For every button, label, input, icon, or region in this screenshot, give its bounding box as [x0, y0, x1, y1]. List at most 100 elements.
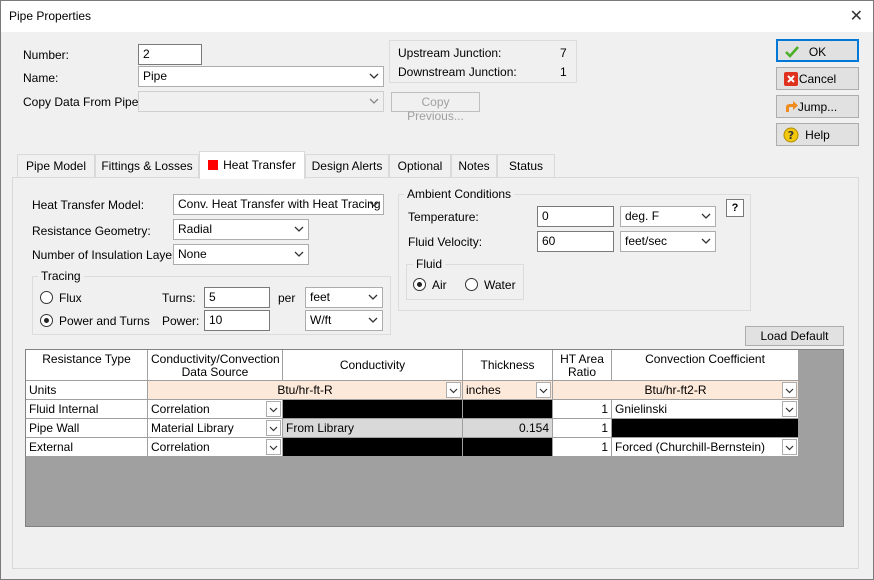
upstream-junction-value: 7 [560, 46, 567, 60]
tab-heat-transfer-label: Heat Transfer [223, 158, 296, 172]
resistance-geometry-label: Resistance Geometry: [32, 224, 151, 238]
red-square-icon [208, 160, 219, 170]
resistance-grid: Resistance Type Conductivity/Convection … [25, 349, 844, 527]
chevron-down-icon [293, 248, 305, 261]
close-icon [783, 71, 799, 87]
pipe-properties-dialog: Pipe Properties ✕ Number: 2 Name: Pipe C… [0, 0, 874, 580]
power-turns-radio[interactable] [40, 314, 53, 327]
downstream-junction-label: Downstream Junction: [398, 65, 517, 79]
tab-design-alerts[interactable]: Design Alerts [305, 154, 389, 177]
heat-transfer-model-label: Heat Transfer Model: [32, 198, 145, 212]
power-unit-select[interactable]: W/ft [305, 310, 383, 331]
heat-transfer-model-select[interactable]: Conv. Heat Transfer with Heat Tracing [173, 194, 384, 215]
header-ht-area-ratio: HT Area Ratio [553, 350, 612, 381]
conductivity-cell [283, 438, 463, 457]
chevron-down-icon [700, 235, 712, 248]
ok-label: OK [808, 45, 827, 59]
tab-notes[interactable]: Notes [451, 154, 497, 177]
window-title: Pipe Properties [9, 9, 92, 23]
thickness-cell [463, 438, 553, 457]
copy-data-label: Copy Data From Pipe... [23, 95, 149, 109]
fluid-velocity-field[interactable]: 60 [537, 231, 614, 252]
temperature-unit-select[interactable]: deg. F [620, 206, 716, 227]
water-label: Water [484, 278, 516, 292]
row-type-cell: Fluid Internal [26, 400, 148, 419]
convection-coefficient-cell [612, 419, 799, 438]
tab-optional[interactable]: Optional [389, 154, 451, 177]
data-source-select[interactable]: Correlation [148, 400, 283, 419]
header-resistance-type: Resistance Type [26, 350, 148, 381]
chevron-down-icon [266, 439, 281, 455]
convection-coefficient-value: Gnielinski [615, 402, 668, 416]
tab-fittings-losses[interactable]: Fittings & Losses [95, 154, 199, 177]
coefficient-units-select[interactable]: Btu/hr-ft2-R [553, 381, 799, 400]
ok-button[interactable]: OK [776, 39, 859, 62]
jump-button[interactable]: Jump... [776, 95, 859, 118]
air-label: Air [432, 278, 447, 292]
flux-radio[interactable] [40, 291, 53, 304]
help-button[interactable]: ? Help [776, 123, 859, 146]
tab-status[interactable]: Status [497, 154, 555, 177]
power-unit-value: W/ft [310, 313, 332, 327]
load-default-button[interactable]: Load Default [745, 326, 844, 346]
turns-field[interactable]: 5 [204, 287, 270, 308]
convection-coefficient-value: Forced (Churchill-Bernstein) [615, 440, 766, 454]
copy-previous-button[interactable]: Copy Previous... [391, 92, 480, 123]
convection-coefficient-select[interactable]: Gnielinski [612, 400, 799, 419]
convection-coefficient-select[interactable]: Forced (Churchill-Bernstein) [612, 438, 799, 457]
chevron-down-icon [367, 314, 379, 327]
chevron-down-icon [700, 210, 712, 223]
heat-transfer-model-value: Conv. Heat Transfer with Heat Tracing [178, 197, 381, 211]
jump-arrow-icon [783, 99, 799, 115]
fluid-group-label: Fluid [413, 257, 446, 271]
tab-heat-transfer[interactable]: Heat Transfer [199, 151, 305, 179]
power-field[interactable]: 10 [204, 310, 270, 331]
chevron-down-icon [782, 382, 797, 398]
thickness-units-select[interactable]: inches [463, 381, 553, 400]
name-combo[interactable]: Pipe [138, 66, 384, 87]
conductivity-cell [283, 400, 463, 419]
flux-label: Flux [59, 291, 82, 305]
ambient-help-button[interactable]: ? [726, 199, 744, 217]
conductivity-units-select[interactable]: Btu/hr-ft-R [148, 381, 463, 400]
insulation-layers-select[interactable]: None [173, 244, 309, 265]
copy-data-combo[interactable] [138, 91, 384, 112]
number-field[interactable]: 2 [138, 44, 202, 65]
header-convection-coefficient: Convection Coefficient [612, 350, 799, 381]
ht-area-ratio-cell[interactable]: 1 [553, 438, 612, 457]
jump-label: Jump... [797, 100, 838, 114]
cancel-button[interactable]: Cancel [776, 67, 859, 90]
conductivity-units-value: Btu/hr-ft-R [277, 383, 333, 397]
ht-area-ratio-cell[interactable]: 1 [553, 400, 612, 419]
tracing-group-label: Tracing [38, 269, 84, 283]
header-thickness: Thickness [463, 350, 553, 381]
chevron-down-icon [367, 291, 379, 304]
chevron-down-icon [782, 401, 797, 417]
turns-unit-value: feet [310, 290, 331, 304]
temperature-field[interactable]: 0 [537, 206, 614, 227]
thickness-units-value: inches [466, 383, 501, 397]
chevron-down-icon [293, 223, 305, 236]
insulation-layers-label: Number of Insulation Layers: [32, 248, 186, 262]
air-radio[interactable] [413, 278, 426, 291]
row-type-cell: External [26, 438, 148, 457]
name-label: Name: [23, 71, 59, 85]
data-source-select[interactable]: Material Library [148, 419, 283, 438]
header-data-source: Conductivity/Convection Data Source [148, 350, 283, 381]
thickness-cell[interactable]: 0.154 [463, 419, 553, 438]
row-type-cell: Pipe Wall [26, 419, 148, 438]
turns-unit-select[interactable]: feet [305, 287, 383, 308]
water-radio[interactable] [465, 278, 478, 291]
ht-area-ratio-cell[interactable]: 1 [553, 419, 612, 438]
data-source-select[interactable]: Correlation [148, 438, 283, 457]
tab-pipe-model[interactable]: Pipe Model [17, 154, 95, 177]
chevron-down-icon [536, 382, 551, 398]
resistance-geometry-select[interactable]: Radial [173, 219, 309, 240]
name-value: Pipe [143, 69, 168, 83]
header-conductivity: Conductivity [283, 350, 463, 381]
close-icon[interactable]: ✕ [850, 6, 863, 26]
fluid-velocity-unit-select[interactable]: feet/sec [620, 231, 716, 252]
check-icon [784, 44, 800, 60]
help-icon: ? [783, 127, 799, 143]
ambient-conditions-label: Ambient Conditions [404, 187, 515, 201]
